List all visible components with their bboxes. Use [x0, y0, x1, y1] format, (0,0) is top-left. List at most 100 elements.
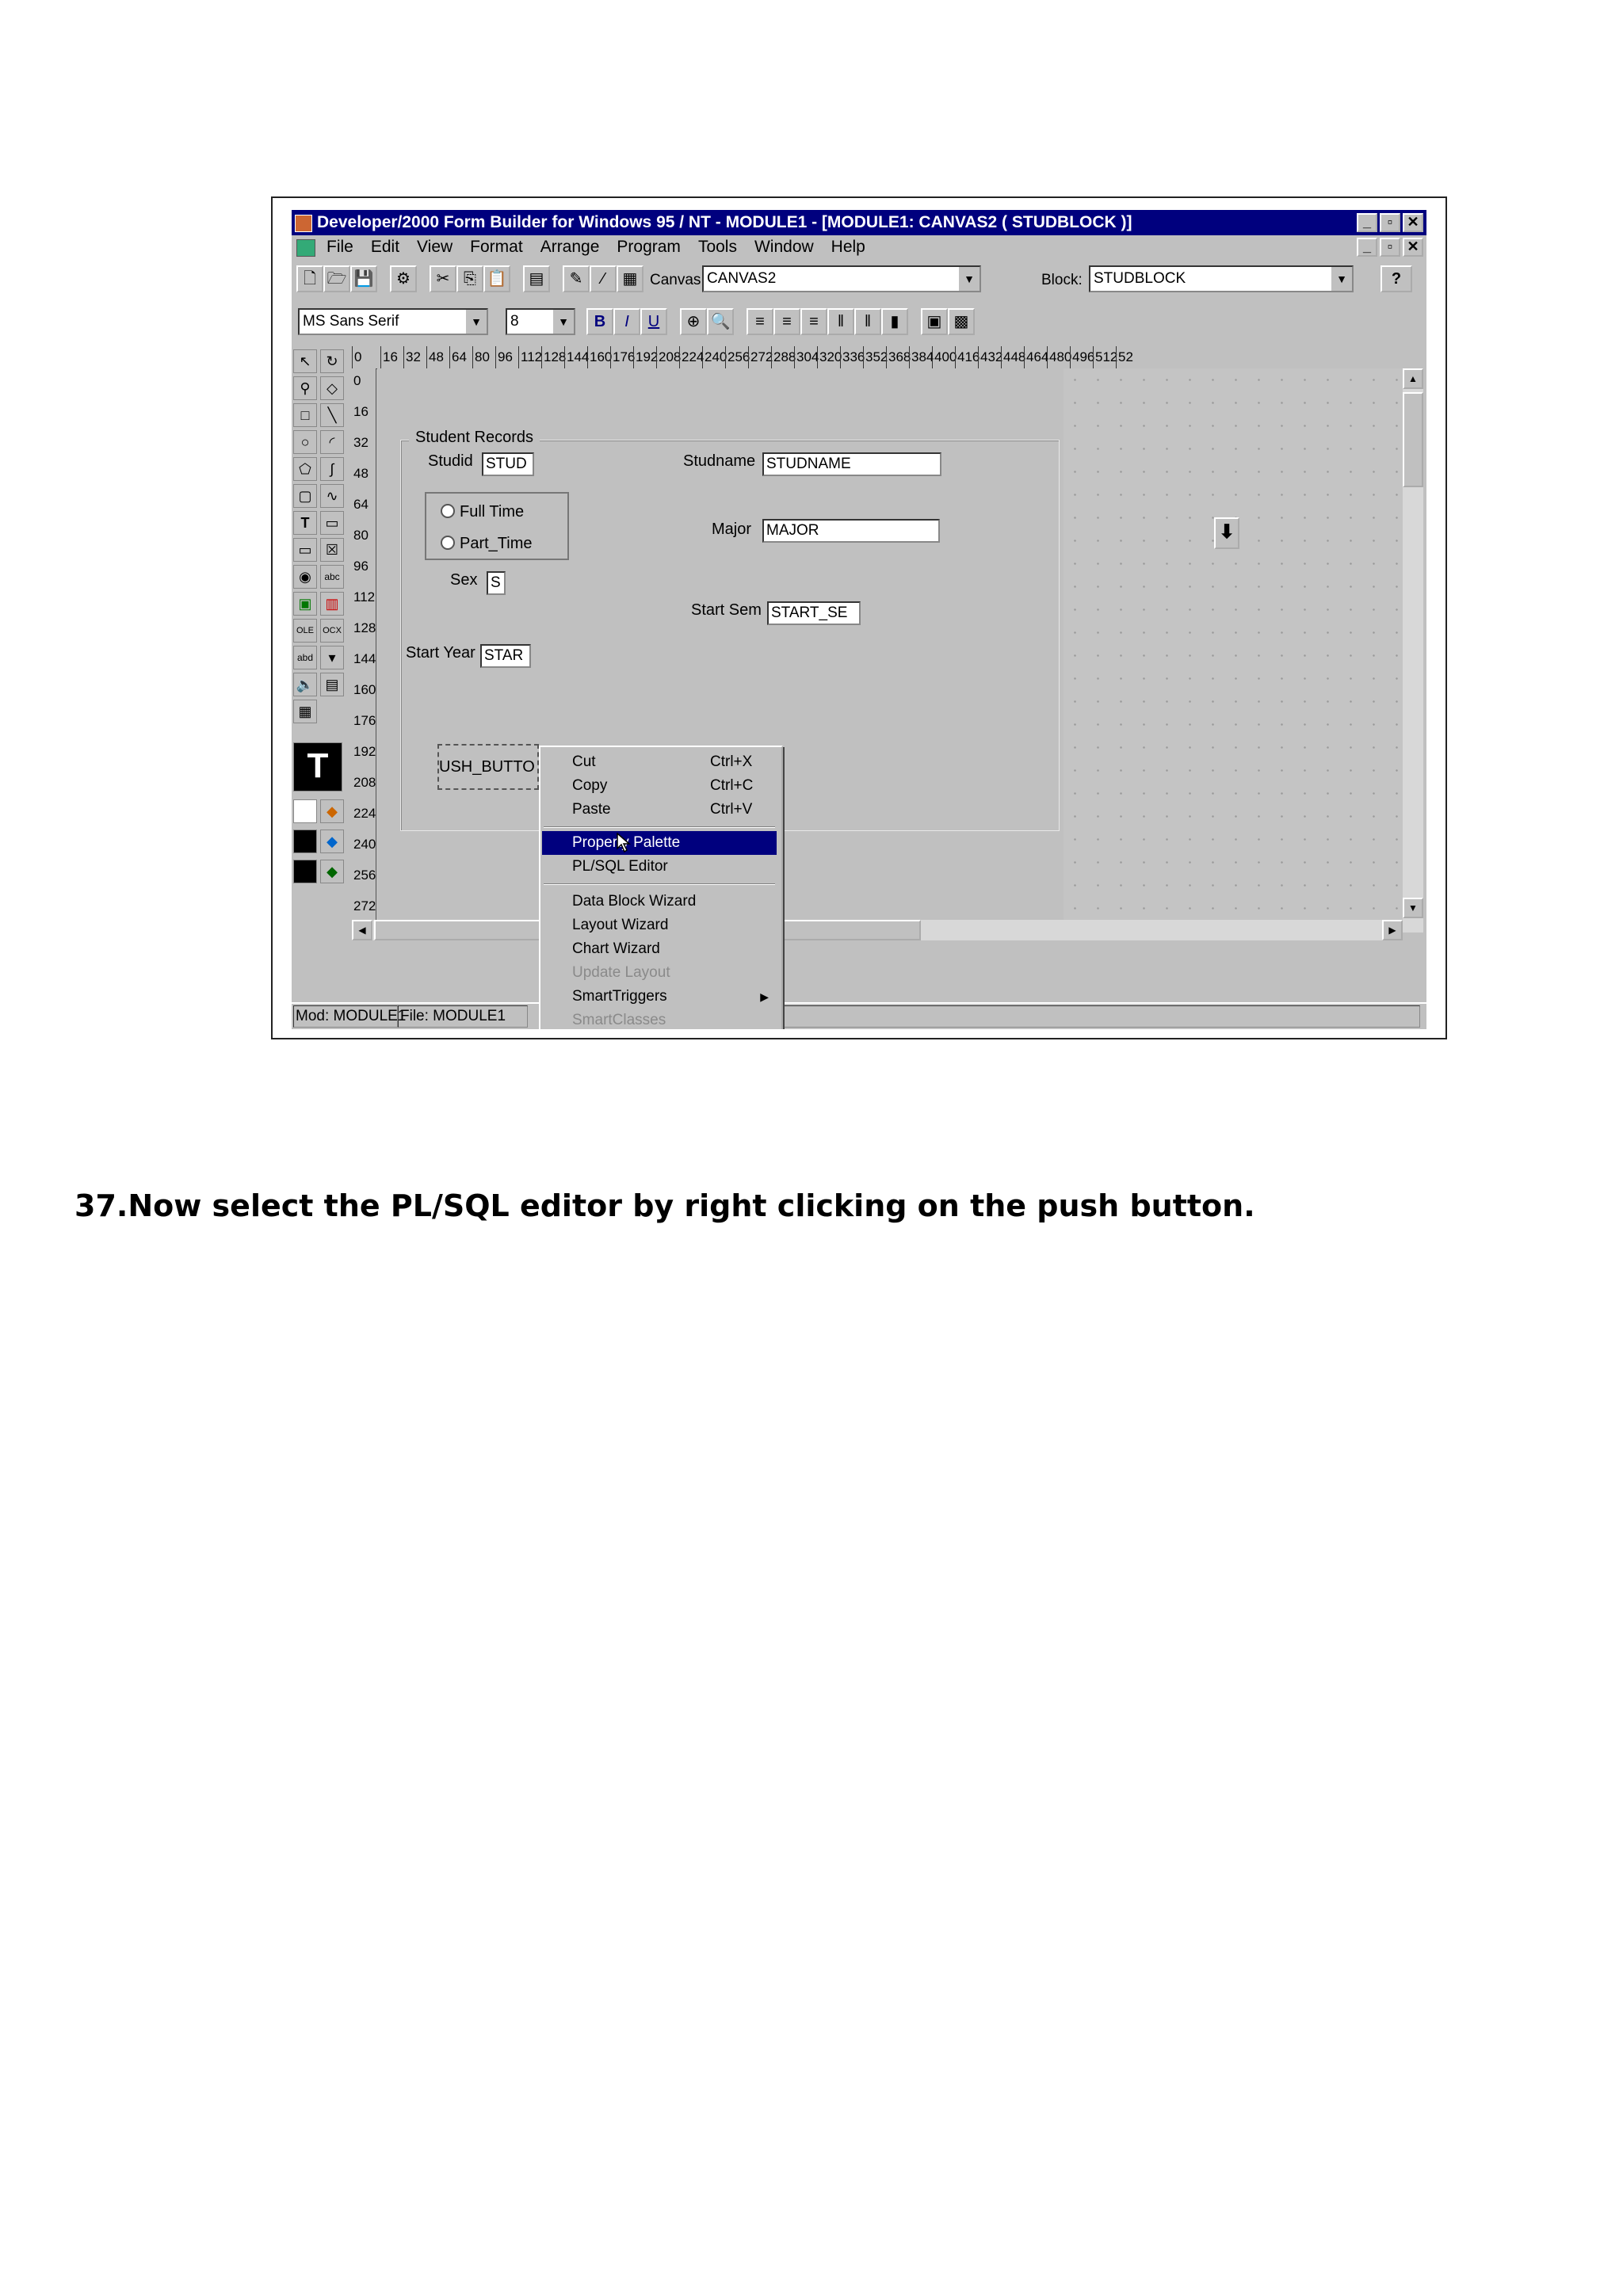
startyear-field[interactable]: STAR	[480, 644, 531, 668]
freehand-icon[interactable]: ∿	[320, 484, 344, 508]
radio-full-time[interactable]: Full Time	[441, 503, 524, 521]
menu-arrange[interactable]: Arrange	[540, 235, 600, 259]
minimize-button[interactable]: _	[1357, 213, 1377, 232]
run-icon[interactable]: ⚙	[390, 265, 417, 292]
menu-file[interactable]: File	[327, 235, 353, 259]
menu-item-data-block-wizard[interactable]: Data Block Wizard	[542, 890, 777, 913]
ole-tool-icon[interactable]: OLE	[293, 619, 317, 643]
vertical-scrollbar[interactable]: ▲ ▼	[1403, 368, 1423, 933]
menu-window[interactable]: Window	[754, 235, 814, 259]
menu-item-layout-wizard[interactable]: Layout Wizard	[542, 913, 777, 937]
underline-button[interactable]: U	[640, 308, 667, 335]
chart-tool-icon[interactable]: ▦	[617, 265, 643, 292]
radio-part-time[interactable]: Part_Time	[441, 535, 533, 553]
doc-close-button[interactable]: ✕	[1403, 238, 1423, 257]
text-color-swatch[interactable]	[293, 860, 317, 883]
major-field[interactable]: MAJOR	[762, 519, 940, 543]
line-color-icon[interactable]: ◆	[320, 830, 344, 853]
line-color-swatch[interactable]	[293, 830, 317, 853]
chevron-down-icon[interactable]: ▼	[552, 310, 574, 334]
cut-icon[interactable]: ✂	[430, 265, 456, 292]
clipboard-icon[interactable]: ▤	[523, 265, 550, 292]
menu-program[interactable]: Program	[617, 235, 681, 259]
line-icon[interactable]: ╲	[320, 403, 344, 427]
select-arrow-icon[interactable]: ↖	[293, 349, 317, 373]
chart-icon[interactable]: ▥	[320, 592, 344, 616]
polyline-icon[interactable]: ∫	[320, 457, 344, 481]
align-right-icon[interactable]: ≡	[800, 308, 827, 335]
doc-restore-button[interactable]: ▫	[1380, 238, 1400, 257]
push-button-item[interactable]: USH_BUTTO	[437, 744, 539, 790]
stacked-canvas-icon[interactable]: ▦	[293, 700, 317, 723]
copy-icon[interactable]: ⎘	[456, 265, 483, 292]
font-name-select[interactable]: MS Sans Serif ▼	[298, 308, 488, 335]
checkbox-tool-icon[interactable]: ☒	[320, 538, 344, 562]
text-color-icon[interactable]: ◆	[320, 860, 344, 883]
rounded-rect-icon[interactable]: ▢	[293, 484, 317, 508]
down-arrow-icon[interactable]: ⬇	[1214, 517, 1239, 549]
reshape-icon[interactable]: ◇	[320, 376, 344, 400]
scroll-right-icon[interactable]: ▶	[1382, 920, 1403, 940]
chevron-down-icon[interactable]: ▼	[1330, 267, 1352, 291]
block-select[interactable]: STUDBLOCK ▼	[1089, 265, 1354, 292]
sound-tool-icon[interactable]: 🔈	[293, 673, 317, 696]
menu-view[interactable]: View	[417, 235, 453, 259]
help-button[interactable]: ?	[1381, 265, 1412, 292]
menu-item-plsql-editor[interactable]: PL/SQL Editor	[542, 855, 777, 879]
rotate-icon[interactable]: ↻	[320, 349, 344, 373]
ellipse-icon[interactable]: ○	[293, 430, 317, 454]
list-item-icon[interactable]: ▾	[320, 646, 344, 669]
magnify-icon[interactable]: ⚲	[293, 376, 317, 400]
new-icon[interactable]: 🗋	[296, 265, 323, 292]
draw-icon[interactable]: ⁄	[590, 265, 617, 292]
italic-button[interactable]: I	[613, 308, 640, 335]
vertical-scroll-thumb[interactable]	[1403, 392, 1423, 487]
zoom-in-icon[interactable]: ⊕	[680, 308, 707, 335]
document-icon[interactable]	[296, 239, 315, 257]
radio-tool-icon[interactable]: ◉	[293, 565, 317, 589]
scroll-left-icon[interactable]: ◀	[352, 920, 372, 940]
vbx-tool-icon[interactable]: ▤	[320, 673, 344, 696]
align-left-icon[interactable]: ≡	[747, 308, 773, 335]
menu-format[interactable]: Format	[470, 235, 523, 259]
text-tool-icon[interactable]: T	[293, 511, 317, 535]
text-attributes-icon[interactable]: T	[293, 742, 342, 791]
chevron-down-icon[interactable]: ▼	[957, 267, 980, 291]
menu-edit[interactable]: Edit	[371, 235, 399, 259]
menu-item-copy[interactable]: Copy Ctrl+C	[542, 774, 777, 798]
menu-item-chart-wizard[interactable]: Chart Wizard	[542, 937, 777, 961]
send-back-icon[interactable]: ▩	[948, 308, 975, 335]
fill-color-icon[interactable]: ◆	[320, 799, 344, 823]
save-icon[interactable]: 💾	[350, 265, 377, 292]
align-middle-icon[interactable]: ‖	[854, 308, 881, 335]
canvas-select[interactable]: CANVAS2 ▼	[702, 265, 981, 292]
menu-item-paste[interactable]: Paste Ctrl+V	[542, 798, 777, 822]
pen-icon[interactable]: ✎	[563, 265, 590, 292]
startsem-field[interactable]: START_SE	[767, 601, 861, 625]
arc-icon[interactable]: ◜	[320, 430, 344, 454]
menu-item-property-palette[interactable]: Property Palette	[542, 831, 777, 855]
scroll-up-icon[interactable]: ▲	[1403, 368, 1423, 389]
align-bottom-icon[interactable]: ▮	[881, 308, 908, 335]
sex-field[interactable]: S	[487, 571, 506, 595]
chevron-down-icon[interactable]: ▼	[464, 310, 487, 334]
doc-minimize-button[interactable]: _	[1357, 238, 1377, 257]
textitem-tool-icon[interactable]: abc	[320, 565, 344, 589]
open-icon[interactable]: 🗁	[323, 265, 350, 292]
menu-item-cut[interactable]: Cut Ctrl+X	[542, 750, 777, 774]
font-size-select[interactable]: 8 ▼	[506, 308, 575, 335]
ocx-tool-icon[interactable]: OCX	[320, 619, 344, 643]
menu-help[interactable]: Help	[831, 235, 865, 259]
align-center-icon[interactable]: ≡	[773, 308, 800, 335]
menu-tools[interactable]: Tools	[698, 235, 737, 259]
bring-front-icon[interactable]: ▣	[921, 308, 948, 335]
image-tool-icon[interactable]: ▣	[293, 592, 317, 616]
horizontal-scrollbar[interactable]: ◀ ▶	[352, 920, 1403, 940]
studname-field[interactable]: STUDNAME	[762, 452, 941, 476]
button-tool-icon[interactable]: ▭	[293, 538, 317, 562]
align-top-icon[interactable]: ‖	[827, 308, 854, 335]
fill-color-swatch[interactable]	[293, 799, 317, 823]
bold-button[interactable]: B	[586, 308, 613, 335]
maximize-button[interactable]: ▫	[1380, 213, 1400, 232]
studid-field[interactable]: STUD	[482, 452, 534, 476]
